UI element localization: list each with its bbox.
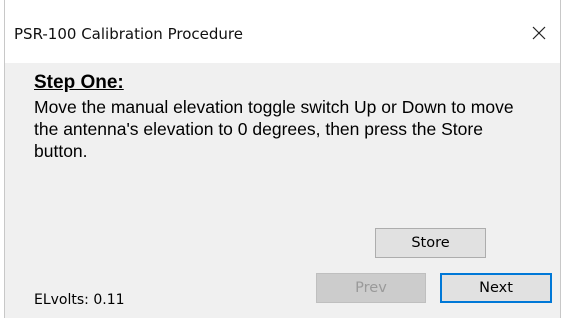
prev-button[interactable]: Prev: [316, 273, 426, 303]
store-button[interactable]: Store: [375, 228, 486, 258]
title-bar: PSR-100 Calibration Procedure: [5, 0, 560, 63]
step-heading: Step One:: [34, 72, 124, 93]
close-button[interactable]: [522, 18, 556, 48]
calibration-dialog: PSR-100 Calibration Procedure Step One: …: [4, 0, 561, 318]
dialog-client-area: Step One: Move the manual elevation togg…: [5, 63, 560, 318]
step-instructions: Move the manual elevation toggle switch …: [34, 97, 514, 161]
window-title: PSR-100 Calibration Procedure: [14, 25, 243, 43]
elvolts-readout: ELvolts: 0.11: [34, 292, 125, 308]
next-button[interactable]: Next: [440, 273, 552, 303]
close-icon: [532, 26, 546, 40]
